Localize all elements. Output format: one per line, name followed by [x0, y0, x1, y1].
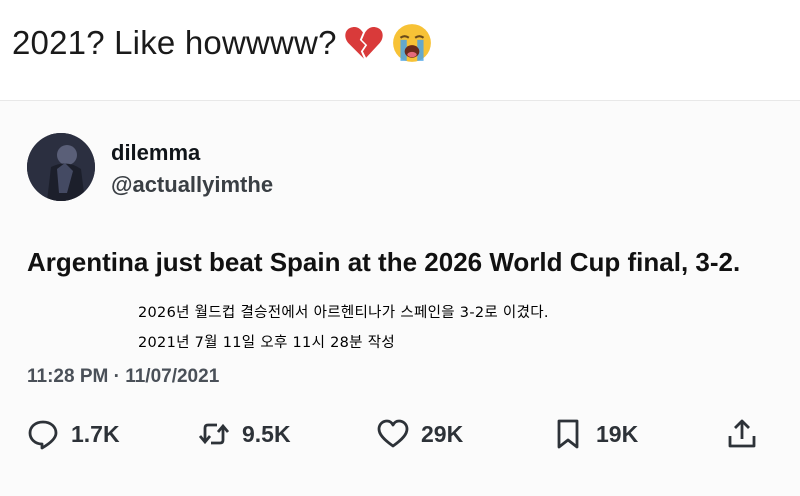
retweet-count: 9.5K — [242, 420, 291, 447]
loudly-crying-face-icon — [391, 22, 433, 64]
avatar[interactable] — [27, 133, 95, 201]
tweet-text: Argentina just beat Spain at the 2026 Wo… — [27, 247, 741, 277]
reply-count: 1.7K — [71, 420, 120, 447]
bookmark-count: 19K — [596, 420, 639, 447]
korean-translation-line: 2026년 월드컵 결승전에서 아르헨티나가 스페인을 3-2로 이겼다. — [138, 305, 549, 321]
share-icon — [726, 418, 758, 450]
reply-icon — [27, 418, 59, 450]
bookmark-button[interactable]: 19K — [552, 418, 638, 450]
like-count: 29K — [421, 420, 464, 447]
display-name[interactable]: dilemma — [111, 140, 200, 166]
heart-icon — [377, 418, 409, 450]
reply-button[interactable]: 1.7K — [27, 418, 120, 450]
tweet-timestamp[interactable]: 11:28 PM · 11/07/2021 — [27, 366, 219, 388]
retweet-icon — [198, 418, 230, 450]
post-caption: 2021? Like howwww? — [12, 22, 433, 64]
korean-timestamp-line: 2021년 7월 11일 오후 11시 28분 작성 — [138, 335, 395, 351]
caption-text: 2021? Like howwww? — [12, 24, 337, 61]
bookmark-icon — [552, 418, 584, 450]
retweet-button[interactable]: 9.5K — [198, 418, 291, 450]
like-button[interactable]: 29K — [377, 418, 463, 450]
broken-heart-icon — [343, 22, 385, 64]
user-handle[interactable]: @actuallyimthe — [111, 172, 273, 198]
share-button[interactable] — [726, 418, 758, 450]
